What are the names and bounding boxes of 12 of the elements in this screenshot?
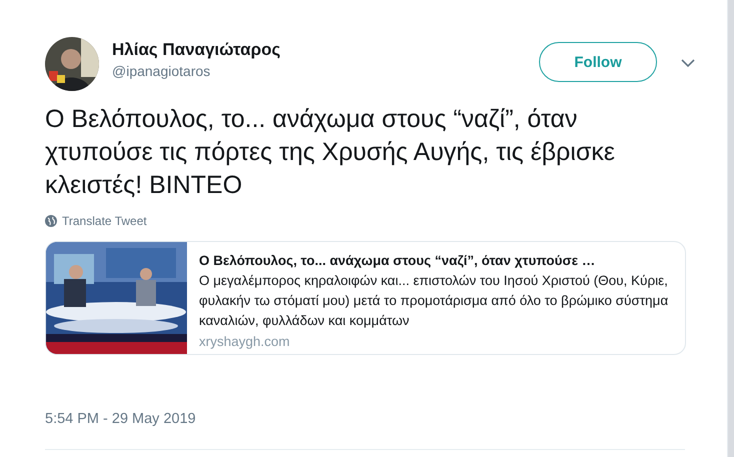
card-description: Ο μεγαλέμπορος κηραλοιφών και... επιστολών του Ιησού Χριστού (Θου, Κύριε, φυλακήν τω στόματί μου) μετά το προμοτάρισμα από όλο το βρώμικο σύστημα καναλιών, φυλλάδων και κομμάτων: [199, 272, 670, 330]
card-domain: xryshaygh.com: [199, 334, 291, 349]
chevron-down-icon[interactable]: [681, 59, 695, 68]
avatar[interactable]: [45, 37, 99, 91]
globe-icon[interactable]: [45, 215, 57, 227]
timestamp: 5:54 PM - 29 May 2019: [45, 411, 197, 427]
author-handle[interactable]: @ipanagiotaros: [112, 63, 539, 79]
card-title[interactable]: Ο Βελόπουλος, το... ανάχωμα στους “ναζί”, όταν χτυπούσε …: [199, 253, 675, 268]
author-name[interactable]: Ηλίας Παναγιώταρος: [112, 40, 539, 60]
translate-link[interactable]: Translate Tweet: [62, 214, 147, 228]
follow-button[interactable]: Follow: [539, 42, 657, 82]
tweet-text: Ο Βελόπουλος, το... ανάχωμα στους “ναζί”, όταν χτυπούσε τις πόρτες της Χρυσής Αυγής, τις έβρισκε κλειστές! ΒΙΝΤΕΟ: [45, 104, 616, 201]
